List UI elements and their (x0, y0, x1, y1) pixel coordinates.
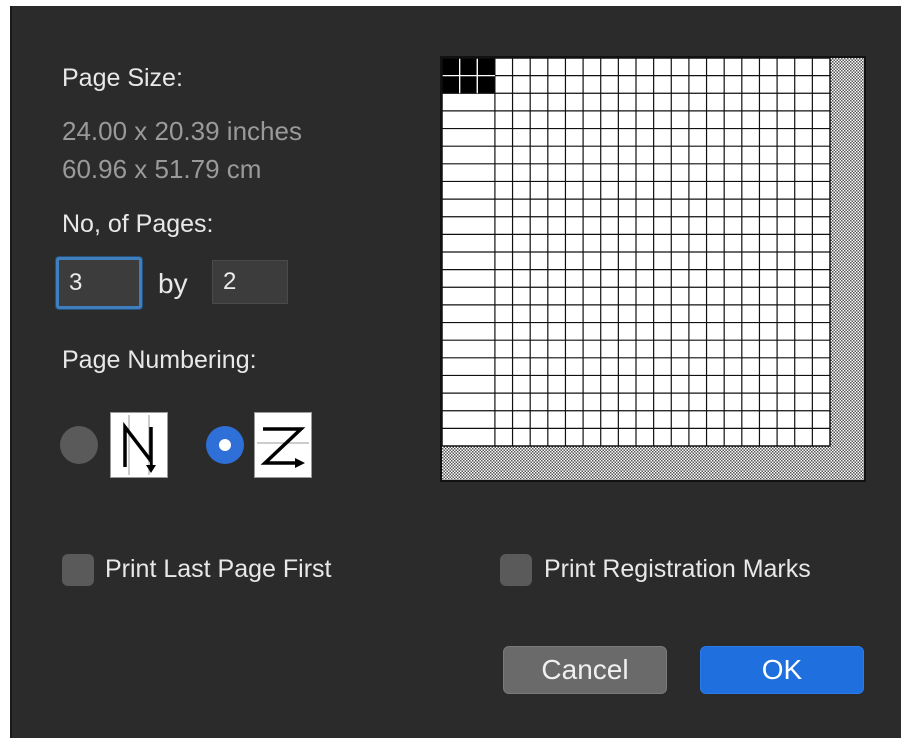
preview-bottom-margin (442, 446, 864, 480)
cancel-button[interactable]: Cancel (503, 646, 667, 694)
page-numbering-heading: Page Numbering: (62, 346, 257, 374)
ok-button[interactable]: OK (700, 646, 864, 694)
radio-selected-dot (219, 439, 231, 451)
numbering-column-order-radio[interactable] (60, 426, 98, 464)
pages-heading: No, of Pages: (62, 210, 214, 238)
print-registration-marks-checkbox[interactable] (500, 554, 532, 586)
by-label: by (158, 268, 188, 299)
print-last-page-first-checkbox[interactable] (62, 554, 94, 586)
print-last-page-first-label[interactable]: Print Last Page First (105, 555, 331, 584)
page-size-inches: 24.00 x 20.39 inches (62, 116, 302, 146)
print-registration-marks-label[interactable]: Print Registration Marks (544, 555, 811, 584)
page-setup-dialog: Page Size: 24.00 x 20.39 inches 60.96 x … (10, 6, 901, 738)
numbering-row-order-radio[interactable] (206, 426, 244, 464)
page-grid-preview (441, 57, 864, 480)
column-order-icon[interactable] (110, 412, 168, 478)
page-size-cm: 60.96 x 51.79 cm (62, 154, 262, 184)
page-size-heading: Page Size: (62, 64, 183, 92)
row-order-icon[interactable] (254, 412, 312, 478)
preview-right-margin (830, 58, 864, 480)
pages-across-input[interactable] (56, 257, 142, 309)
pages-down-input[interactable] (212, 260, 288, 304)
page-layout-preview (440, 56, 866, 482)
